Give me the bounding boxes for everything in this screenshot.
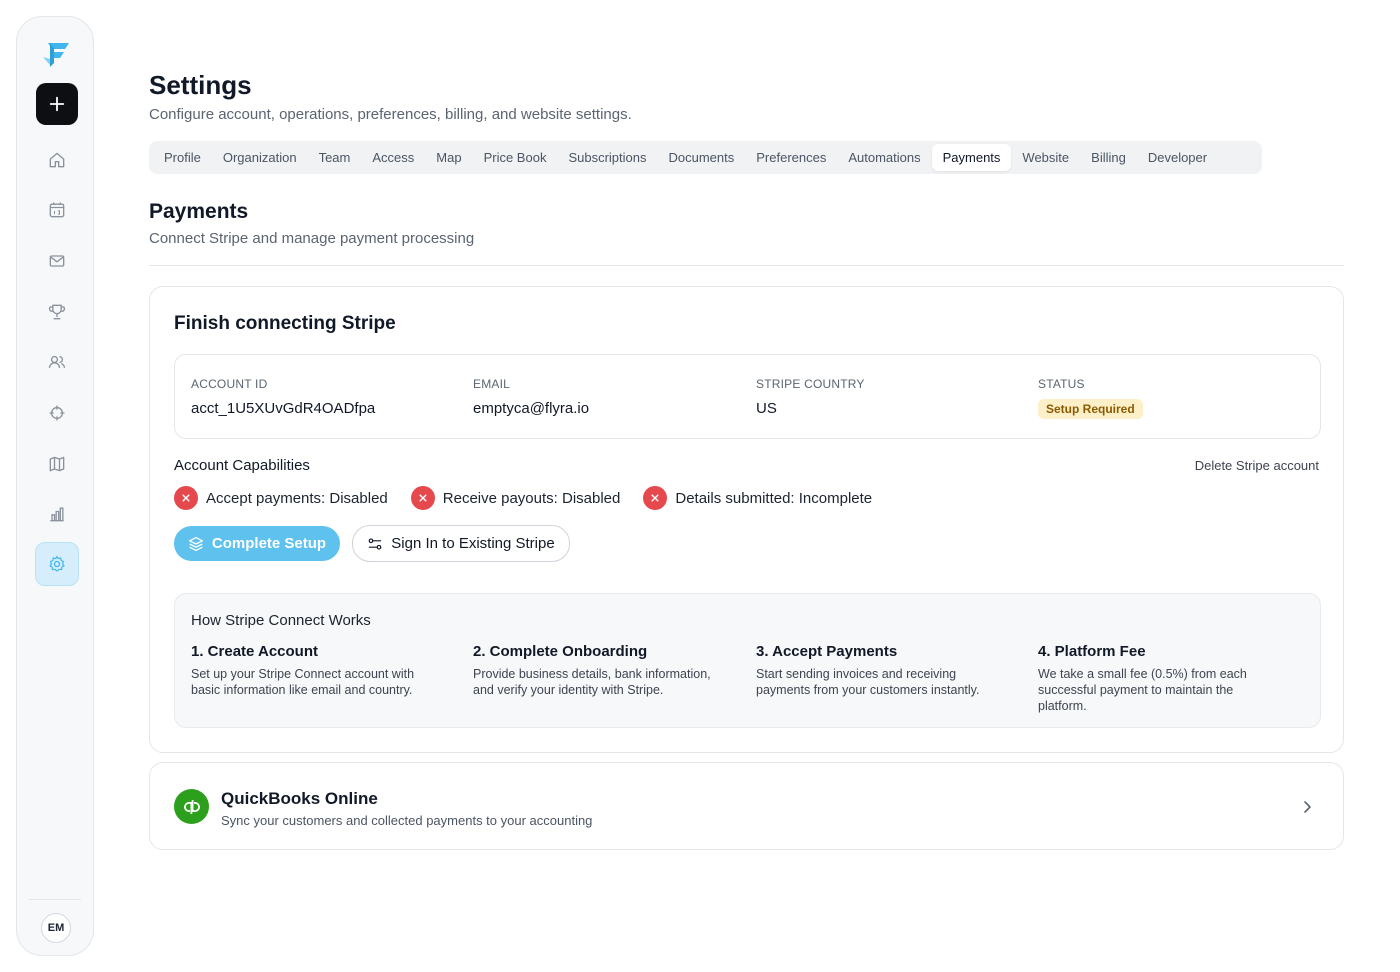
email-value: emptyca@flyra.io: [473, 400, 590, 417]
complete-setup-label: Complete Setup: [211, 535, 327, 552]
step-description: Start sending invoices and receiving pay…: [756, 667, 980, 697]
capability-text: Receive payouts: Disabled: [442, 489, 621, 507]
sidebar-item-reports[interactable]: [35, 492, 79, 536]
status-badge: Setup Required: [1038, 399, 1143, 419]
sidebar-item-home[interactable]: [35, 138, 79, 182]
account-id-label: ACCOUNT ID: [191, 377, 268, 391]
how-it-works-box: How Stripe Connect Works 1. Create Accou…: [174, 593, 1321, 728]
home-icon: [49, 152, 65, 168]
capability-item: Receive payouts: Disabled: [410, 486, 621, 510]
step-title: 4. Platform Fee: [1038, 643, 1146, 660]
map-icon: [49, 456, 65, 472]
x-circle-icon: [643, 486, 668, 510]
stripe-connect-card: Finish connecting Stripe ACCOUNT ID acct…: [149, 286, 1344, 753]
sidebar-item-trophy[interactable]: [35, 290, 79, 334]
step-item: 3. Accept Payments Start sending invoice…: [756, 643, 1006, 698]
account-id-value: acct_1U5XUvGdR4OADfpa: [191, 400, 376, 417]
sidebar-divider: [29, 899, 81, 900]
complete-setup-button[interactable]: Complete Setup: [174, 526, 340, 561]
status-label: STATUS: [1038, 377, 1085, 391]
page-title: Settings: [149, 70, 252, 100]
status-field: STATUS Setup Required: [1038, 377, 1143, 419]
chevron-right-icon: [1304, 801, 1311, 813]
tab-payments[interactable]: Payments: [931, 144, 1012, 171]
how-it-works-title: How Stripe Connect Works: [191, 612, 371, 629]
step-item: 2. Complete Onboarding Provide business …: [473, 643, 723, 698]
mail-icon: [49, 255, 65, 267]
flyra-logo-icon[interactable]: [39, 37, 73, 71]
capability-text: Details submitted: Incomplete: [675, 489, 873, 507]
tab-organization[interactable]: Organization: [212, 144, 308, 171]
country-field: STRIPE COUNTRY US: [756, 377, 865, 417]
new-item-button[interactable]: [36, 83, 78, 125]
step-item: 1. Create Account Set up your Stripe Con…: [191, 643, 441, 698]
user-avatar[interactable]: EM: [41, 913, 71, 943]
step-description: Provide business details, bank informati…: [473, 667, 711, 697]
step-item: 4. Platform Fee We take a small fee (0.5…: [1038, 643, 1278, 714]
tab-documents[interactable]: Documents: [658, 144, 746, 171]
tab-subscriptions[interactable]: Subscriptions: [557, 144, 657, 171]
plus-icon: [49, 96, 65, 112]
stripe-card-title: Finish connecting Stripe: [174, 313, 396, 334]
stripe-account-info: ACCOUNT ID acct_1U5XUvGdR4OADfpa EMAIL e…: [174, 354, 1321, 439]
bar-chart-icon: [50, 507, 64, 522]
step-description: We take a small fee (0.5%) from each suc…: [1038, 667, 1247, 713]
x-circle-icon: [410, 486, 435, 510]
capabilities-list: Accept payments: Disabled Receive payout…: [174, 486, 895, 510]
tab-map[interactable]: Map: [425, 144, 472, 171]
email-field: EMAIL emptyca@flyra.io: [473, 377, 589, 417]
switch-icon: [368, 537, 382, 550]
tab-preferences[interactable]: Preferences: [745, 144, 837, 171]
capability-text: Accept payments: Disabled: [206, 489, 388, 507]
tab-price-book[interactable]: Price Book: [473, 144, 558, 171]
account-id-field: ACCOUNT ID acct_1U5XUvGdR4OADfpa: [191, 377, 375, 417]
capabilities-title: Account Capabilities: [174, 457, 310, 474]
sidebar: EM: [16, 16, 94, 956]
sidebar-item-settings[interactable]: [35, 542, 79, 586]
calendar-icon: [49, 202, 65, 218]
step-description: Set up your Stripe Connect account with …: [191, 667, 415, 697]
sidebar-item-target[interactable]: [35, 391, 79, 435]
sidebar-item-calendar[interactable]: [35, 188, 79, 232]
section-subtitle: Connect Stripe and manage payment proces…: [149, 230, 475, 247]
layers-icon: [188, 536, 203, 551]
sidebar-item-users[interactable]: [35, 340, 79, 384]
sign-in-label: Sign In to Existing Stripe: [391, 535, 555, 552]
trophy-icon: [48, 304, 66, 320]
tab-billing[interactable]: Billing: [1080, 144, 1137, 171]
delete-stripe-account-link[interactable]: Delete Stripe account: [1195, 458, 1319, 473]
tab-profile[interactable]: Profile: [153, 144, 212, 171]
users-icon: [48, 355, 66, 368]
crosshair-icon: [49, 405, 65, 421]
country-label: STRIPE COUNTRY: [756, 377, 865, 391]
country-value: US: [756, 400, 777, 417]
tab-access[interactable]: Access: [361, 144, 425, 171]
tab-automations[interactable]: Automations: [837, 144, 931, 171]
section-title: Payments: [149, 200, 249, 223]
step-title: 2. Complete Onboarding: [473, 643, 648, 660]
sidebar-item-map[interactable]: [35, 442, 79, 486]
x-circle-icon: [174, 486, 198, 510]
capability-item: Details submitted: Incomplete: [643, 486, 872, 510]
step-title: 1. Create Account: [191, 643, 318, 660]
capability-item: Accept payments: Disabled: [174, 486, 388, 510]
quickbooks-logo-icon: [174, 789, 209, 824]
section-divider: [149, 265, 1344, 266]
settings-icon: [49, 555, 65, 572]
quickbooks-description: Sync your customers and collected paymen…: [221, 813, 593, 828]
page-subtitle: Configure account, operations, preferenc…: [149, 106, 632, 123]
step-title: 3. Accept Payments: [756, 643, 898, 660]
tab-developer[interactable]: Developer: [1137, 144, 1218, 171]
sidebar-item-mail[interactable]: [35, 239, 79, 283]
email-label: EMAIL: [473, 377, 511, 391]
tab-team[interactable]: Team: [308, 144, 362, 171]
quickbooks-card[interactable]: QuickBooks Online Sync your customers an…: [149, 762, 1344, 850]
settings-tabs: Profile Organization Team Access Map Pri…: [149, 141, 1262, 174]
quickbooks-title: QuickBooks Online: [221, 789, 378, 808]
sign-in-existing-stripe-button[interactable]: Sign In to Existing Stripe: [352, 525, 570, 562]
tab-website[interactable]: Website: [1011, 144, 1080, 171]
